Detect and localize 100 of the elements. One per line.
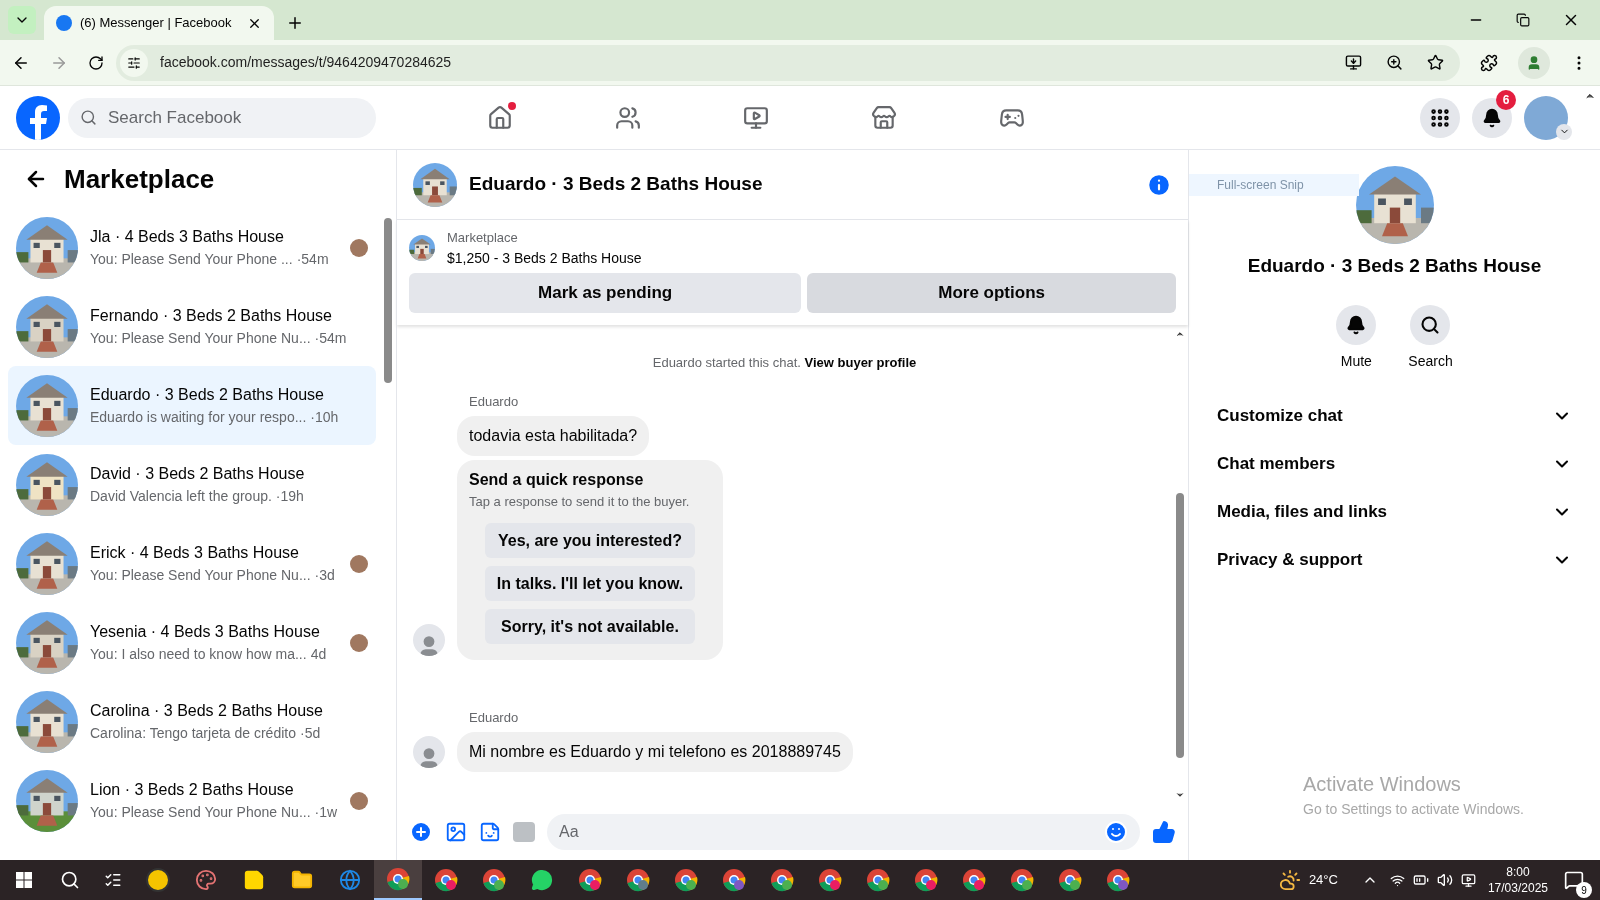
conversation-name: Jla · 4 Beds 3 Baths House <box>90 227 285 247</box>
photo-icon[interactable] <box>445 821 467 843</box>
temperature: 24°C <box>1308 871 1338 890</box>
conversation-name: David · 3 Beds 2 Baths House <box>90 464 306 484</box>
timestamp: ·5d <box>300 724 321 743</box>
facebook-logo[interactable] <box>16 95 60 140</box>
search-icon <box>80 108 97 126</box>
message-preview: David Valencia left the group. <box>90 487 272 506</box>
notifications-button[interactable] <box>1472 97 1512 138</box>
zoom-icon[interactable] <box>1386 54 1403 71</box>
chat-title: Eduardo · 3 Beds 2 Baths House <box>469 172 764 197</box>
quick-response-title: Send a quick response <box>469 469 645 490</box>
chat-icon <box>531 869 553 891</box>
conversation-item[interactable]: David · 3 Beds 2 Baths House David Valencia left the group. ·19h <box>8 445 376 524</box>
message-bubble: todavia esta habilitada? <box>457 415 650 456</box>
like-icon[interactable] <box>1152 820 1176 844</box>
details-section[interactable]: Customize chat <box>1205 391 1584 440</box>
message-preview: You: Please Send Your Phone Nu... <box>90 803 311 822</box>
timestamp: ·19h <box>275 487 304 506</box>
battery-icon[interactable] <box>1412 872 1429 888</box>
notification-count: 9 <box>1576 882 1592 898</box>
add-icon[interactable] <box>409 820 433 844</box>
palette-icon <box>195 869 217 891</box>
friends-icon <box>615 104 641 131</box>
sender-name: Eduardo <box>469 393 520 411</box>
restore-icon[interactable] <box>1516 13 1530 27</box>
conversation-item[interactable]: Erick · 4 Beds 3 Baths House You: Please Send Your Phone Nu... ·3d <box>8 524 376 603</box>
install-icon[interactable] <box>1345 54 1362 71</box>
chat-start-note: Eduardo started this chat. View buyer profile <box>651 353 918 372</box>
notification-badge: 6 <box>1496 89 1516 110</box>
timestamp: 4d <box>310 645 327 664</box>
grid-icon <box>1429 106 1451 129</box>
buyer-profile-link[interactable]: View buyer profile <box>804 354 917 370</box>
marketplace-icon <box>871 104 897 131</box>
search-icon[interactable] <box>60 870 80 890</box>
bookmark-icon[interactable] <box>1427 54 1444 71</box>
extensions-icon[interactable] <box>1480 53 1498 72</box>
listing-action-button[interactable]: Mark as pending <box>409 272 802 313</box>
video-icon <box>743 104 769 131</box>
quick-response-button[interactable]: In talks. I'll let you know. <box>485 566 695 601</box>
details-section[interactable]: Media, files and links <box>1205 487 1584 536</box>
details-section[interactable]: Chat members <box>1205 439 1584 488</box>
snip-tooltip: Full-screen Snip <box>1189 174 1359 196</box>
profile-button[interactable] <box>1518 46 1550 79</box>
details-section[interactable]: Privacy & support <box>1205 535 1584 584</box>
conversation-name: Erick · 4 Beds 3 Baths House <box>90 543 300 563</box>
sticker-icon[interactable] <box>479 821 501 843</box>
message-preview: You: Please Send Your Phone Nu... <box>90 329 311 348</box>
timestamp: ·10h <box>310 408 339 427</box>
message-bubble: Mi nombre es Eduardo y mi telefono es 2018889745 <box>457 731 853 772</box>
conversation-item[interactable]: Carolina · 3 Beds 2 Baths House Carolina: Tengo tarjeta de crédito ·5d <box>8 682 376 761</box>
wifi-icon[interactable] <box>1389 872 1405 888</box>
listing-title: $1,250 - 3 Beds 2 Baths House <box>447 248 642 268</box>
message-preview: Eduardo is waiting for your respo... <box>90 408 307 427</box>
message-preview: You: Please Send Your Phone Nu... <box>90 566 311 585</box>
new-tab-icon[interactable] <box>286 14 304 32</box>
url-text: facebook.com/messages/t/9464209470284625 <box>160 53 453 72</box>
conversation-name: Carolina · 3 Beds 2 Baths House <box>90 701 324 721</box>
listing-action-button[interactable]: More options <box>807 272 1176 313</box>
scroll-down-icon[interactable] <box>1175 790 1185 800</box>
taskbar-app[interactable] <box>374 860 422 900</box>
search-field[interactable]: Search Facebook <box>68 97 376 138</box>
message-input[interactable]: Aa <box>547 814 1140 850</box>
conversation-item[interactable]: Jla · 4 Beds 3 Baths House You: Please Send Your Phone ... ·54m <box>8 208 376 287</box>
listing-label: Marketplace <box>447 229 519 247</box>
home-icon <box>487 104 513 131</box>
tab-search-button[interactable] <box>8 6 36 34</box>
activation-text: Go to Settings to activate Windows. <box>1303 800 1524 819</box>
menu-button[interactable] <box>1420 97 1460 138</box>
browser-icon <box>339 869 361 891</box>
conversation-item[interactable]: Lion · 3 Beds 2 Baths House You: Please Send Your Phone Nu... ·1w <box>8 761 376 840</box>
site-info-button[interactable] <box>120 48 148 77</box>
message-preview: Carolina: Tengo tarjeta de crédito <box>90 724 296 743</box>
conversation-item[interactable]: Eduardo · 3 Beds 2 Baths House Eduardo is waiting for your respo... ·10h <box>8 366 376 445</box>
conversation-item[interactable]: Yesenia · 4 Beds 3 Baths House You: I also need to know how ma... 4d <box>8 603 376 682</box>
conversation-name: Eduardo · 3 Beds 2 Baths House <box>90 385 325 405</box>
tab-title: (6) Messenger | Facebook <box>80 14 233 33</box>
clock[interactable]: 8:00 17/03/2025 <box>1487 864 1548 896</box>
conversation-name: Lion · 3 Beds 2 Baths House <box>90 780 295 800</box>
volume-icon[interactable] <box>1436 872 1453 888</box>
person-icon <box>1526 54 1542 71</box>
folder-icon <box>291 869 313 891</box>
quick-response-button[interactable]: Yes, are you interested? <box>485 523 695 558</box>
conversation-name: Yesenia · 4 Beds 3 Baths House <box>90 622 321 642</box>
timestamp: ·1w <box>314 803 338 822</box>
quick-response-subtitle: Tap a response to send it to the buyer. <box>469 492 691 511</box>
note-icon <box>243 869 265 891</box>
timestamp: ·54m <box>296 250 329 269</box>
timestamp: ·3d <box>314 566 335 585</box>
task-view-icon[interactable] <box>104 871 122 889</box>
quick-response-button[interactable]: Sorry, it's not available. <box>485 609 695 644</box>
weather-icon[interactable] <box>1278 869 1301 891</box>
browser-tab[interactable]: (6) Messenger | Facebook <box>44 6 274 40</box>
timestamp: ·54m <box>314 329 347 348</box>
address-bar[interactable]: facebook.com/messages/t/9464209470284625 <box>116 44 1460 81</box>
conversation-item[interactable]: Fernando · 3 Beds 2 Baths House You: Please Send Your Phone Nu... ·54m <box>8 287 376 366</box>
sender-name: Eduardo <box>469 709 520 727</box>
conversation-name: Fernando · 3 Beds 2 Baths House <box>90 306 333 326</box>
message-preview: You: I also need to know how ma... <box>90 645 307 664</box>
reload-icon[interactable] <box>88 54 104 71</box>
